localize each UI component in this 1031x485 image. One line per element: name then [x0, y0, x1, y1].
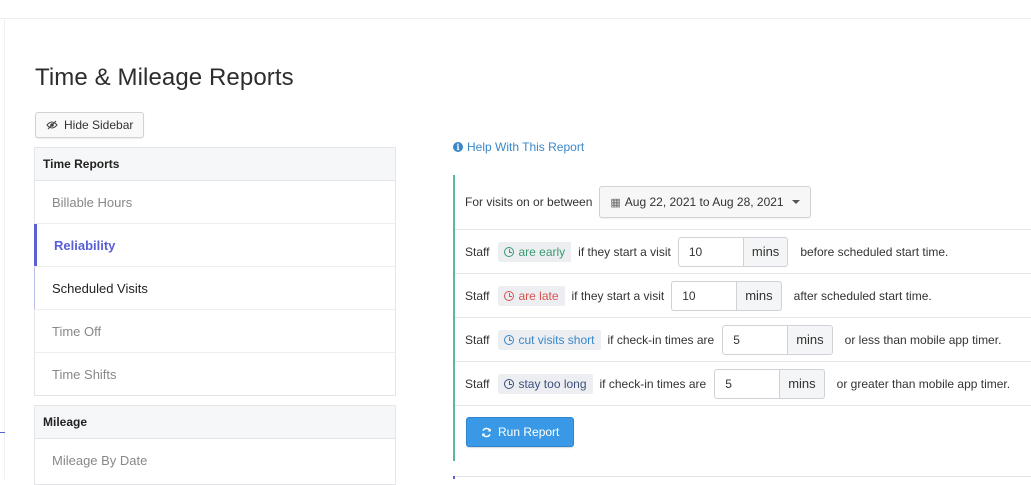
clock-icon [504, 378, 515, 389]
condition-label: if they start a visit [578, 244, 671, 259]
report-form: For visits on or between ▦ Aug 22, 2021 … [453, 175, 1031, 461]
clock-icon [504, 246, 515, 257]
unit-addon: mins [737, 280, 782, 311]
sidebar-item-time-off[interactable]: Time Off [35, 310, 395, 353]
next-section-divider [453, 476, 1031, 477]
status-badge-early: are early [498, 241, 572, 262]
rule-suffix: before scheduled start time. [800, 244, 949, 259]
staff-label: Staff [465, 288, 490, 303]
rule-row: Staff stay too long if check-in times ar… [455, 362, 1031, 406]
help-link-label: Help With This Report [467, 140, 585, 154]
status-badge-late: are late [498, 285, 565, 306]
help-link[interactable]: i Help With This Report [453, 140, 584, 154]
rule-row: Staff cut visits short if check-in times… [455, 318, 1031, 362]
mileage-header: Mileage [35, 406, 395, 439]
eye-slash-icon [46, 120, 58, 130]
sidebar-item-time-shifts[interactable]: Time Shifts [35, 353, 395, 396]
date-range-value: Aug 22, 2021 to Aug 28, 2021 [624, 195, 784, 209]
condition-label: if they start a visit [571, 288, 665, 303]
calendar-icon: ▦ [610, 196, 621, 209]
sidebar-item-label: Time Shifts [52, 367, 117, 382]
page-title: Time & Mileage Reports [35, 64, 294, 91]
date-range-picker[interactable]: ▦ Aug 22, 2021 to Aug 28, 2021 [599, 186, 811, 218]
left-accent-mark [0, 432, 5, 433]
long-minutes-input[interactable]: 5 [714, 368, 781, 399]
mileage-panel: Mileage Mileage By Date [34, 405, 396, 485]
unit-addon: mins [780, 368, 825, 399]
sidebar-item-label: Time Off [52, 323, 102, 339]
condition-label: if check-in times are [599, 376, 707, 391]
rule-suffix: or greater than mobile app timer. [836, 376, 1011, 391]
short-minutes-input[interactable]: 5 [722, 324, 789, 355]
clock-icon [504, 334, 515, 345]
staff-label: Staff [465, 244, 490, 259]
top-bar [0, 0, 1031, 19]
condition-label: if check-in times are [607, 332, 715, 347]
sidebar-item-label: Billable Hours [52, 194, 133, 210]
unit-addon: mins [743, 236, 789, 267]
status-badge-too-long: stay too long [498, 373, 593, 394]
sidebar-item-label: Mileage By Date [52, 453, 148, 468]
rule-suffix: after scheduled start time. [793, 288, 932, 303]
refresh-icon [482, 427, 491, 437]
date-range-label: For visits on or between [465, 195, 593, 209]
sidebar-item-label: Reliability [54, 237, 116, 253]
rule-suffix: or less than mobile app timer. [844, 332, 1002, 347]
info-icon: i [453, 142, 463, 152]
run-report-label: Run Report [498, 425, 560, 439]
unit-addon: mins [788, 324, 833, 355]
sidebar-item-mileage-by-date[interactable]: Mileage By Date [35, 439, 395, 482]
badge-label: are late [518, 288, 559, 303]
sidebar-item-scheduled-visits[interactable]: Scheduled Visits [34, 267, 395, 310]
time-reports-panel: Time Reports Billable Hours Reliability … [34, 147, 396, 396]
badge-label: cut visits short [518, 332, 595, 347]
clock-icon [504, 290, 515, 301]
left-divider [4, 18, 5, 479]
rule-row: Staff are late if they start a visit 10 … [455, 274, 1031, 318]
sidebar-item-billable-hours[interactable]: Billable Hours [35, 181, 395, 224]
staff-label: Staff [465, 376, 490, 391]
early-minutes-input[interactable]: 10 [677, 236, 744, 267]
sidebar-item-reliability[interactable]: Reliability [34, 224, 395, 267]
hide-sidebar-button[interactable]: Hide Sidebar [35, 112, 145, 138]
badge-label: are early [518, 244, 566, 259]
rule-row: Staff are early if they start a visit 10… [455, 230, 1031, 274]
caret-down-icon [791, 200, 800, 204]
badge-label: stay too long [518, 376, 587, 391]
status-badge-cut-short: cut visits short [498, 329, 601, 350]
date-range-row: For visits on or between ▦ Aug 22, 2021 … [455, 175, 1031, 230]
sidebar-item-label: Scheduled Visits [52, 280, 148, 296]
late-minutes-input[interactable]: 10 [671, 280, 738, 311]
staff-label: Staff [465, 332, 490, 347]
time-reports-header: Time Reports [35, 148, 395, 181]
hide-sidebar-label: Hide Sidebar [64, 118, 134, 132]
run-report-button[interactable]: Run Report [466, 417, 575, 447]
